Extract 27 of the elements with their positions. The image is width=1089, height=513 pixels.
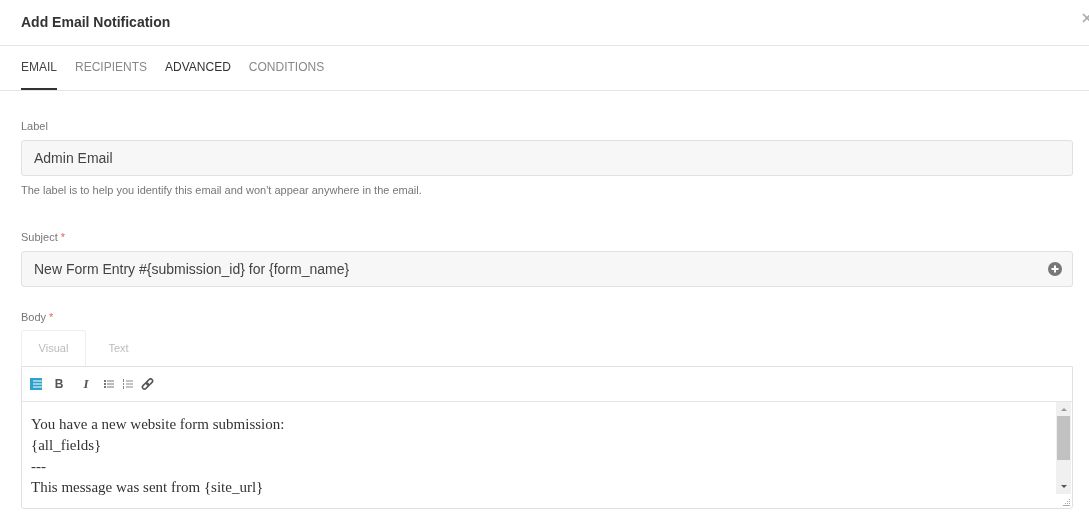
bold-button[interactable]: B — [49, 374, 69, 394]
body-text-line: --- — [31, 457, 47, 476]
required-mark: * — [49, 309, 54, 325]
scrollbar[interactable] — [1056, 402, 1071, 494]
tab[interactable]: ADVANCED — [165, 46, 231, 90]
add-icon[interactable] — [1048, 261, 1062, 276]
tab[interactable]: EMAIL — [21, 46, 57, 90]
label-input[interactable]: Admin Email — [21, 139, 1073, 176]
subject-input[interactable]: New Form Entry #{submission_id} for {form_name} — [21, 250, 1073, 287]
body-text-line: You have a new website form submission: — [31, 415, 286, 434]
italic-button[interactable]: I — [76, 374, 96, 394]
scrollbar-thumb[interactable] — [1057, 416, 1070, 460]
dialog-title: Add Email Notification — [21, 13, 171, 32]
field-label: Body — [21, 309, 47, 325]
field-label: Label — [21, 119, 48, 134]
numbered-list-icon[interactable] — [122, 378, 134, 390]
required-mark: * — [60, 230, 65, 245]
body-text-line: {all_fields} — [31, 436, 103, 455]
field-label: Subject — [21, 230, 58, 245]
tab[interactable]: CONDITIONS — [248, 46, 325, 90]
body-text-line: This message was sent from {site_url} — [31, 478, 265, 497]
toolbar-toggle-icon[interactable] — [30, 378, 42, 390]
tab[interactable]: RECIPIENTS — [75, 46, 148, 90]
help-text: The label is to help you identify this email and won't appear anywhere in the email. — [21, 182, 423, 198]
close-icon[interactable] — [1081, 12, 1089, 24]
bulleted-list-icon[interactable] — [103, 378, 115, 390]
link-icon[interactable] — [141, 377, 154, 391]
